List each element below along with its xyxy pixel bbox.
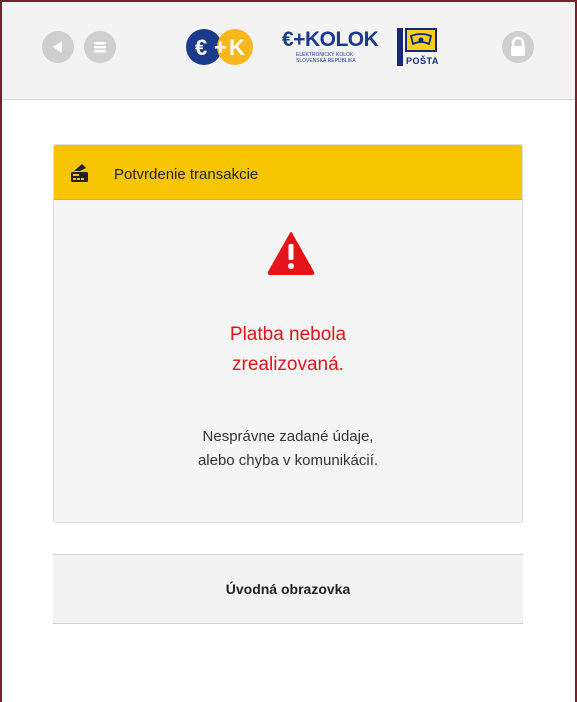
- posta-logo-emblem: [405, 28, 437, 52]
- home-screen-button-label: Úvodná obrazovka: [225, 581, 351, 597]
- svg-text:K: K: [229, 35, 245, 60]
- svg-text:€: €: [195, 35, 207, 60]
- ek-logo: € + K: [186, 29, 253, 65]
- ekolok-subtitle-line2: SLOVENSKÁ REPUBLIKA: [296, 58, 356, 64]
- menu-icon: [94, 42, 106, 53]
- card-terminal-icon: [71, 164, 88, 182]
- warning-triangle-icon: [267, 232, 315, 275]
- error-title-line2: zrealizovaná.: [232, 354, 344, 375]
- post-horn-icon: [409, 33, 433, 46]
- card-title: Potvrdenie transakcie: [114, 166, 259, 183]
- error-title: Platba nebola zrealizovaná.: [54, 320, 522, 380]
- kiosk-screen: € + K €+KOLOK ELEKTRONICKÝ KOLOK SLOVENS…: [0, 0, 577, 702]
- ekolok-logo: €+KOLOK ELEKTRONICKÝ KOLOK SLOVENSKÁ REP…: [282, 28, 379, 68]
- posta-logo: POŠTA: [397, 28, 451, 70]
- lock-button[interactable]: [502, 31, 534, 63]
- error-title-line1: Platba nebola: [229, 324, 347, 345]
- lock-icon: [511, 36, 525, 56]
- error-detail-line2: alebo chyba v komunikácií.: [197, 452, 379, 469]
- top-bar: € + K €+KOLOK ELEKTRONICKÝ KOLOK SLOVENS…: [2, 2, 575, 100]
- ekolok-wordmark: €+KOLOK: [282, 28, 379, 51]
- transaction-card: Potvrdenie transakcie Platba nebola zrea…: [53, 144, 523, 523]
- card-header: Potvrdenie transakcie: [54, 145, 522, 200]
- posta-logo-stripe: [397, 28, 403, 66]
- error-detail-line1: Nesprávne zadané údaje,: [202, 428, 374, 445]
- svg-text:+: +: [214, 35, 227, 60]
- home-screen-button[interactable]: Úvodná obrazovka: [53, 554, 523, 624]
- posta-wordmark: POŠTA: [406, 56, 439, 66]
- error-detail: Nesprávne zadané údaje, alebo chyba v ko…: [54, 425, 522, 473]
- menu-button[interactable]: [84, 31, 116, 63]
- back-button[interactable]: [42, 31, 74, 63]
- ekolok-subtitle: ELEKTRONICKÝ KOLOK SLOVENSKÁ REPUBLIKA: [296, 52, 356, 64]
- back-arrow-icon: [53, 41, 62, 53]
